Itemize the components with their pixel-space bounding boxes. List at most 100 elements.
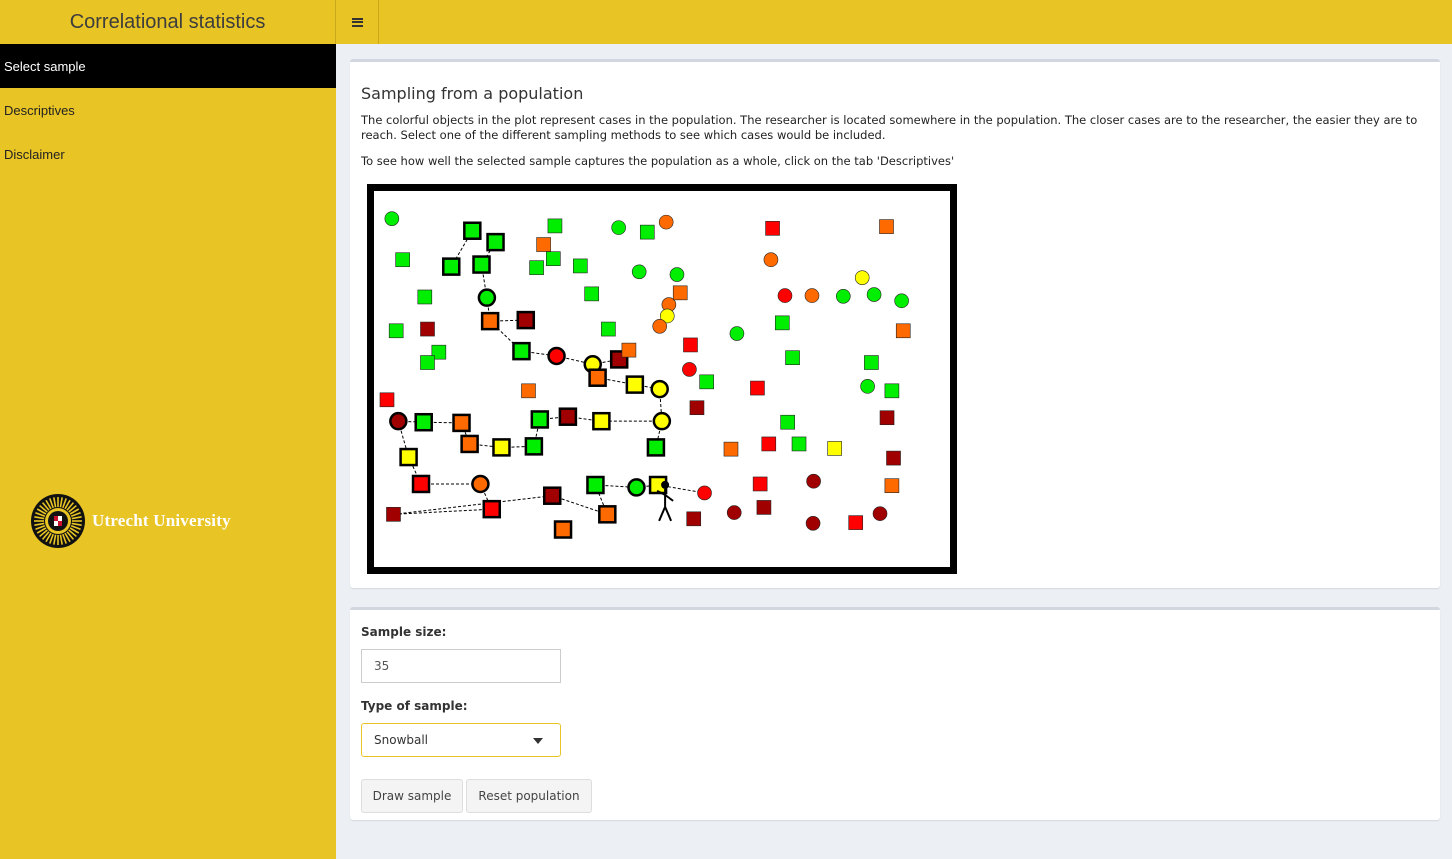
population-case (420, 321, 435, 337)
population-case (884, 383, 900, 399)
population-case (780, 414, 795, 430)
population-case (547, 218, 563, 234)
population-case (669, 267, 685, 282)
population-case (864, 355, 879, 370)
population-case (650, 379, 669, 399)
population-case (672, 285, 688, 301)
population-case (785, 350, 800, 365)
population-case (471, 474, 490, 494)
population-case (601, 321, 616, 337)
sidebar-item-disclaimer[interactable]: Disclaimer (0, 132, 336, 176)
population-case (547, 346, 566, 366)
population-case (521, 383, 536, 399)
population-case (639, 224, 655, 240)
population-case (460, 434, 479, 454)
population-case (848, 515, 864, 530)
population-case (884, 478, 900, 493)
population-case (512, 341, 531, 361)
population-case (395, 252, 410, 268)
population-case (584, 286, 599, 302)
population-case (611, 220, 626, 235)
population-case (417, 289, 433, 305)
population-case (598, 505, 617, 524)
population-case (420, 355, 435, 370)
population-case (761, 436, 777, 452)
population-case (879, 219, 894, 234)
population-case (806, 473, 821, 489)
sample-size-input[interactable] (361, 649, 561, 683)
sample-type-value: Snowball (374, 733, 429, 747)
hamburger-icon[interactable] (336, 0, 379, 44)
population-case (652, 411, 672, 431)
app-title: Correlational statistics (0, 0, 336, 44)
sample-type-select[interactable]: Snowball (361, 723, 561, 757)
population-case (752, 476, 768, 492)
population-case (524, 437, 544, 456)
sidebar: Select sample Descriptives Disclaimer Ut… (0, 44, 336, 859)
population-case (573, 258, 588, 274)
population-case (558, 407, 578, 426)
description-paragraph: The colorful objects in the plot represe… (361, 113, 1418, 142)
population-case (379, 392, 395, 408)
university-logo: Utrecht University (30, 493, 231, 549)
population-case (592, 411, 611, 431)
population-case (399, 447, 418, 467)
population-case (686, 511, 702, 527)
population-case (542, 486, 562, 505)
population-case (866, 287, 882, 302)
population-case (530, 410, 550, 429)
population-case (486, 232, 505, 252)
population-case (472, 255, 491, 274)
population-case (480, 311, 500, 331)
population-case (482, 499, 502, 519)
population-case (726, 505, 742, 520)
population-case (414, 412, 433, 432)
population-case (588, 368, 607, 387)
population-case (895, 323, 911, 339)
population-case (805, 515, 821, 531)
population-case (631, 264, 647, 280)
population-case (452, 413, 471, 433)
population-case (860, 379, 875, 394)
sidebar-item-descriptives[interactable]: Descriptives (0, 88, 336, 132)
population-case (477, 288, 497, 307)
university-seal-icon (31, 494, 85, 548)
population-case (723, 441, 739, 457)
sample-size-label: Sample size: (361, 625, 447, 639)
population-case (625, 375, 645, 394)
population-case (388, 323, 404, 339)
reset-population-button[interactable]: Reset population (466, 779, 592, 813)
population-case (763, 252, 779, 268)
population-case (879, 410, 895, 426)
population-case (516, 310, 536, 330)
draw-sample-button[interactable]: Draw sample (361, 779, 463, 813)
population-case (854, 270, 870, 285)
population-case (777, 288, 793, 303)
population-plot (367, 184, 957, 574)
top-navbar (336, 0, 1452, 44)
population-case (411, 474, 431, 494)
population-case (886, 450, 901, 466)
population-case (804, 288, 820, 303)
population-case (729, 326, 745, 341)
population-case (689, 400, 705, 416)
population-case (646, 438, 666, 457)
sample-type-label: Type of sample: (361, 699, 468, 713)
population-case (384, 211, 400, 226)
population-case (386, 507, 401, 522)
sampling-panel: Sampling from a population The colorful … (350, 59, 1440, 588)
population-case (872, 506, 888, 521)
population-case (699, 374, 714, 390)
population-case (894, 293, 909, 309)
caret-down-icon (533, 738, 543, 744)
population-case (492, 438, 511, 457)
population-case (835, 288, 851, 304)
population-case (627, 478, 646, 497)
population-case (536, 237, 551, 252)
population-case (774, 315, 790, 331)
sidebar-item-select-sample[interactable]: Select sample (0, 44, 336, 88)
population-case (765, 221, 780, 236)
instruction-paragraph: To see how well the selected sample capt… (361, 154, 955, 168)
population-case (756, 500, 772, 515)
population-case (621, 342, 637, 358)
